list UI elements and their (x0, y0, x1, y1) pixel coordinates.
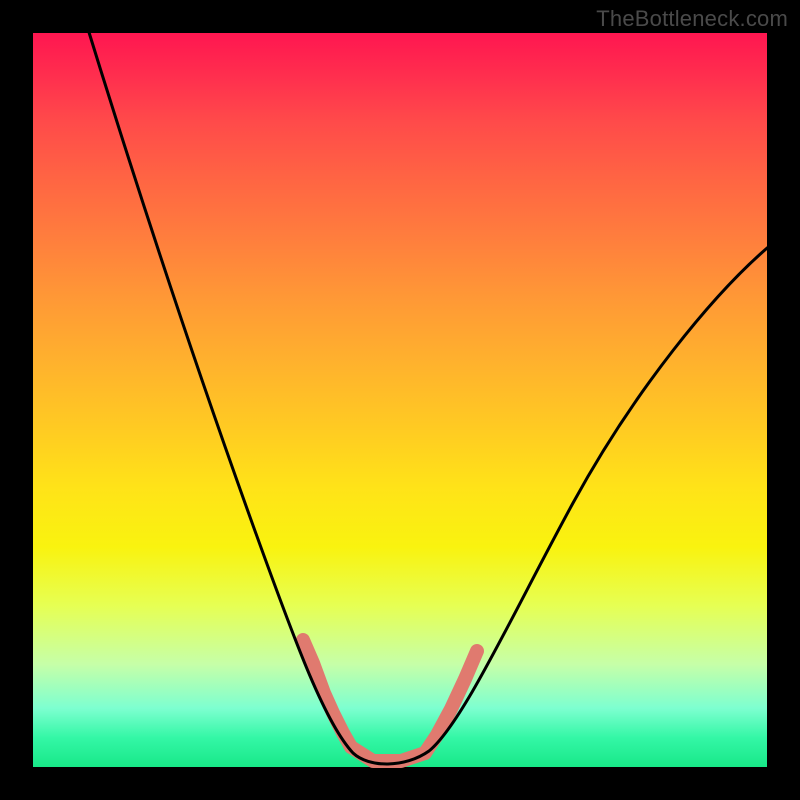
curve-path (83, 13, 773, 764)
accent-segment-right (425, 651, 477, 753)
watermark-text: TheBottleneck.com (596, 6, 788, 32)
chart-frame: TheBottleneck.com (0, 0, 800, 800)
plot-area (33, 33, 767, 767)
bottleneck-curve (33, 33, 767, 767)
accent-segment-left (303, 640, 351, 747)
